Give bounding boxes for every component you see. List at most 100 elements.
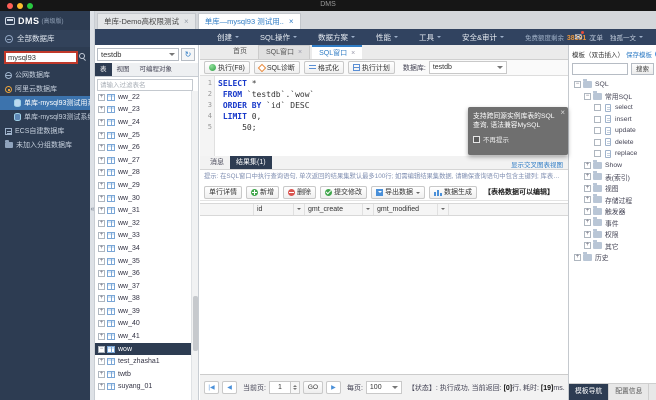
object-tab[interactable]: 表 bbox=[95, 63, 112, 76]
template-tree-item[interactable]: replace bbox=[572, 148, 656, 160]
column-filter-button[interactable] bbox=[438, 204, 449, 215]
add-row-button[interactable]: 新增 bbox=[246, 186, 279, 199]
first-page-button[interactable]: |◀ bbox=[204, 381, 219, 394]
template-tree-item[interactable]: + 表(索引) bbox=[572, 171, 656, 183]
scrollbar-thumb[interactable] bbox=[193, 296, 198, 351]
user-menu[interactable]: 独孤一文 bbox=[610, 32, 643, 42]
table-row[interactable]: + ww_36 bbox=[95, 267, 191, 280]
page-spinner[interactable] bbox=[291, 381, 300, 394]
expander-icon[interactable]: + bbox=[584, 208, 591, 215]
expander-icon[interactable]: + bbox=[98, 283, 105, 290]
template-tree-item[interactable]: update bbox=[572, 125, 656, 137]
expander-icon[interactable]: + bbox=[98, 232, 105, 239]
menu-item[interactable]: 创建 bbox=[217, 32, 239, 43]
expander-icon[interactable]: + bbox=[98, 220, 105, 227]
sql-window-tab[interactable]: SQL窗口× bbox=[258, 45, 310, 59]
template-tree-item[interactable]: + 其它 bbox=[572, 240, 656, 252]
expander-icon[interactable]: + bbox=[584, 162, 591, 169]
expander-icon[interactable]: + bbox=[98, 358, 105, 365]
result-tab-resultset[interactable]: 结果集(1) bbox=[230, 156, 272, 169]
expander-icon[interactable] bbox=[594, 150, 601, 157]
expander-icon[interactable] bbox=[594, 127, 601, 134]
expander-icon[interactable]: + bbox=[98, 157, 105, 164]
table-row[interactable]: + ww_29 bbox=[95, 179, 191, 192]
expander-icon[interactable] bbox=[594, 139, 601, 146]
panel-bottom-tab[interactable]: 配置信息 bbox=[609, 384, 649, 400]
table-row[interactable]: + suyang_01 bbox=[95, 381, 191, 394]
result-tab-message[interactable]: 消息 bbox=[204, 156, 230, 169]
expander-icon[interactable]: + bbox=[98, 144, 105, 151]
sql-diagnose-button[interactable]: SQL诊断 bbox=[254, 61, 300, 74]
format-button[interactable]: 格式化 bbox=[304, 61, 344, 74]
panel-bottom-tab[interactable]: 模板导航 bbox=[569, 384, 609, 400]
table-row[interactable]: + ww_34 bbox=[95, 242, 191, 255]
page-input[interactable]: 1 bbox=[269, 381, 291, 394]
expander-icon[interactable]: + bbox=[584, 173, 591, 180]
table-row[interactable]: + ww_22 bbox=[95, 91, 191, 104]
delete-row-button[interactable]: 删除 bbox=[283, 186, 316, 199]
column-filter-button[interactable] bbox=[294, 204, 305, 215]
table-row[interactable]: + ww_35 bbox=[95, 255, 191, 268]
table-row[interactable]: + ww_40 bbox=[95, 318, 191, 331]
table-list-scrollbar[interactable] bbox=[191, 91, 198, 400]
expander-icon[interactable]: + bbox=[584, 185, 591, 192]
table-row[interactable]: + ww_31 bbox=[95, 204, 191, 217]
expander-icon[interactable]: + bbox=[584, 231, 591, 238]
table-row[interactable]: + ww_23 bbox=[95, 104, 191, 117]
cross-chart-link[interactable]: 显示交叉图表视图 bbox=[511, 159, 563, 169]
menu-item[interactable]: 数据方案 bbox=[318, 32, 355, 43]
toolbar-database-select[interactable]: testdb bbox=[429, 61, 507, 74]
table-row[interactable]: + ww_37 bbox=[95, 280, 191, 293]
table-row[interactable]: − wow bbox=[95, 343, 191, 356]
instance-tab[interactable]: 单库-Demo高权限测试 × bbox=[97, 13, 196, 29]
column-header[interactable]: gmt_create bbox=[305, 204, 363, 215]
column-header[interactable]: gmt_modified bbox=[374, 204, 438, 215]
expander-icon[interactable]: + bbox=[574, 254, 581, 261]
expander-icon[interactable]: + bbox=[98, 94, 105, 101]
menu-item[interactable]: 性能 bbox=[376, 32, 398, 43]
table-filter-input[interactable] bbox=[97, 79, 193, 91]
table-row[interactable]: + twtb bbox=[95, 368, 191, 381]
execution-plan-button[interactable]: 执行计划 bbox=[348, 61, 395, 74]
go-button[interactable]: GO bbox=[303, 381, 323, 394]
menu-item[interactable]: 安全&审计 bbox=[462, 32, 504, 43]
expander-icon[interactable]: + bbox=[98, 106, 105, 113]
data-generate-button[interactable]: 数据生成 bbox=[429, 186, 477, 199]
column-header[interactable]: id bbox=[254, 204, 294, 215]
checkbox[interactable] bbox=[473, 136, 480, 143]
expander-icon[interactable]: + bbox=[98, 195, 105, 202]
spinner-up-icon[interactable] bbox=[293, 383, 297, 387]
expander-icon[interactable]: + bbox=[98, 245, 105, 252]
object-tab[interactable]: 视图 bbox=[112, 63, 135, 76]
expander-icon[interactable]: + bbox=[98, 182, 105, 189]
expander-icon[interactable]: + bbox=[98, 207, 105, 214]
run-button[interactable]: 执行(F8) bbox=[204, 61, 250, 74]
expander-icon[interactable]: + bbox=[98, 270, 105, 277]
expander-icon[interactable]: − bbox=[574, 81, 581, 88]
object-tab[interactable]: 可编程对象 bbox=[135, 63, 178, 76]
table-row[interactable]: + ww_25 bbox=[95, 129, 191, 142]
table-row[interactable]: + ww_24 bbox=[95, 116, 191, 129]
template-tree-item[interactable]: delete bbox=[572, 137, 656, 149]
expander-icon[interactable]: + bbox=[98, 320, 105, 327]
table-row[interactable]: + ww_26 bbox=[95, 141, 191, 154]
expander-icon[interactable]: + bbox=[98, 258, 105, 265]
sql-code[interactable]: SELECT * FROM `testdb`.`wow` ORDER BY `i… bbox=[215, 76, 314, 156]
expander-icon[interactable]: + bbox=[98, 383, 105, 390]
table-row[interactable]: + ww_38 bbox=[95, 293, 191, 306]
expander-icon[interactable]: + bbox=[98, 169, 105, 176]
close-icon[interactable]: × bbox=[184, 17, 189, 26]
menu-item[interactable]: SQL操作 bbox=[260, 32, 297, 43]
per-page-select[interactable]: 100 bbox=[366, 381, 402, 394]
template-search-input[interactable] bbox=[572, 63, 628, 75]
expander-icon[interactable]: + bbox=[98, 308, 105, 315]
next-page-button[interactable]: ▶ bbox=[326, 381, 341, 394]
instance-tree-item[interactable]: ECS自建数据库 bbox=[0, 124, 90, 138]
save-template-link[interactable]: 保存模板 bbox=[626, 49, 652, 59]
refresh-button[interactable]: ↻ bbox=[181, 48, 195, 61]
template-tree-item[interactable]: + 视图 bbox=[572, 183, 656, 195]
expander-icon[interactable]: − bbox=[584, 93, 591, 100]
prev-page-button[interactable]: ◀ bbox=[222, 381, 237, 394]
instance-tree-item[interactable]: 单库-mysql93测试用系统 bbox=[0, 96, 90, 110]
template-tree-item[interactable]: select bbox=[572, 102, 656, 114]
